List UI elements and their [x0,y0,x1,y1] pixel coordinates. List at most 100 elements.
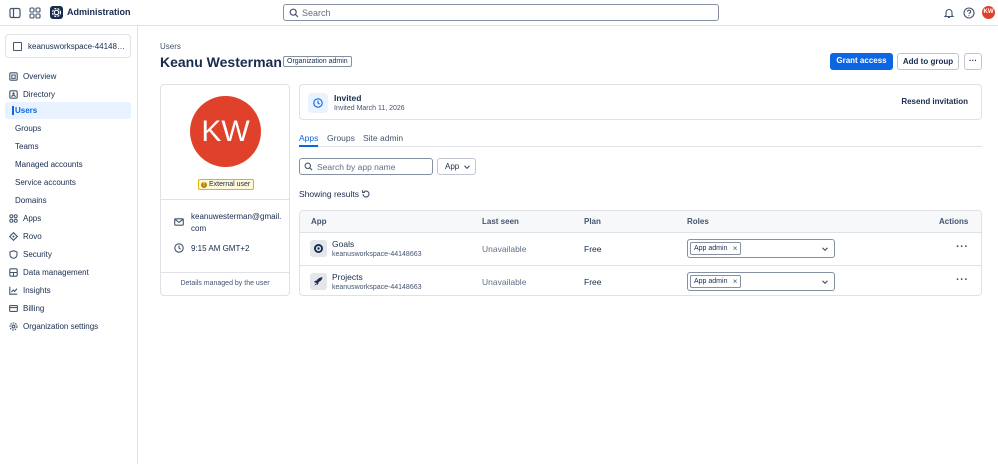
sidebar-item-label: Organization settings [23,322,99,331]
admin-logo-icon[interactable] [50,6,63,19]
apps-table: App Last seen Plan Roles Actions Goals k… [299,210,982,296]
divider [161,272,289,273]
global-search-input[interactable]: Search [283,4,719,21]
app-search-input[interactable]: Search by app name [299,158,433,175]
invitation-status-panel: Invited Invited March 11, 2026 Resend in… [299,84,982,120]
rovo-icon [9,232,18,241]
chevron-down-icon [822,280,828,285]
sidebar-item-label: Groups [15,124,42,133]
invite-status-icon [308,93,328,113]
sidebar-item-insights[interactable]: Insights [5,282,131,299]
sidebar-item-managed-accounts[interactable]: Managed accounts [5,156,131,173]
app-filter-dropdown[interactable]: App [437,158,476,175]
managed-by-note: Details managed by the user [180,280,270,287]
add-to-group-button[interactable]: Add to group [897,53,959,70]
row-actions-button[interactable]: ··· [956,242,969,253]
tab-site-admin[interactable]: Site admin [363,133,403,147]
shield-icon [9,250,18,259]
sidebar-item-label: Security [23,250,52,259]
search-placeholder: Search [302,8,331,18]
top-bar: Administration Search KW [0,0,998,26]
invite-status-date: Invited March 11, 2026 [334,105,405,112]
card-icon [9,305,18,312]
tab-groups[interactable]: Groups [327,133,355,147]
row-actions-button[interactable]: ··· [956,275,969,286]
help-icon[interactable] [963,7,975,19]
last-seen-cell: Unavailable [482,277,527,287]
sidebar-item-organization-settings[interactable]: Organization settings [5,318,131,335]
column-header-actions: Actions [939,217,969,226]
search-icon [289,8,299,18]
role-chip-label: App admin [694,245,728,252]
table-header: App Last seen Plan Roles Actions [300,211,981,233]
app-name[interactable]: Projects [332,272,363,282]
chart-icon [9,286,18,295]
role-chip-label: App admin [694,278,728,285]
more-actions-button[interactable]: ··· [964,53,982,70]
role-chip: App admin × [690,242,742,255]
breadcrumb[interactable]: Users [160,42,181,51]
sidebar-item-label: Teams [15,142,39,151]
sidebar-item-security[interactable]: Security [5,246,131,263]
home-icon [9,72,18,81]
sidebar-item-teams[interactable]: Teams [5,138,131,155]
page-title: Keanu Westerman [160,54,282,70]
table-row: Goals keanusworkspace-44148663 Unavailab… [300,233,981,265]
app-name[interactable]: Goals [332,239,354,249]
badge-label: External user [209,181,251,188]
sidebar-item-billing[interactable]: Billing [5,300,131,317]
building-icon [13,42,22,51]
apps-icon [9,214,18,223]
sidebar-item-overview[interactable]: Overview [5,68,131,85]
clock-icon [174,243,184,253]
email-icon [174,218,184,226]
active-indicator [12,106,14,115]
remove-role-icon[interactable]: × [733,276,738,287]
sidebar-item-label: Domains [15,196,47,205]
role-chip: App admin × [690,275,742,288]
user-email: keanuwesterman@gmail.com [191,212,282,233]
sidebar-item-label: Managed accounts [15,160,83,169]
profile-card: KW ! External user keanuwesterman@gmail.… [160,84,290,296]
sidebar-item-directory[interactable]: Directory [5,86,131,103]
sidebar-item-label: Apps [23,214,42,223]
sidebar-item-data-management[interactable]: Data management [5,264,131,281]
sidebar-item-apps[interactable]: Apps [5,210,131,227]
column-header-roles: Roles [687,217,709,226]
resend-invitation-button[interactable]: Resend invitation [901,97,968,106]
clock-icon [313,98,323,108]
sidebar-item-users[interactable]: Users [5,102,131,119]
tab-apps[interactable]: Apps [299,133,319,147]
refresh-icon[interactable] [361,189,371,199]
role-tag: Organization admin [283,56,352,67]
app-workspace: keanusworkspace-44148663 [332,251,422,258]
column-header-last-seen: Last seen [482,217,519,226]
workspace-switcher[interactable]: keanusworkspace-44148663 [5,34,131,58]
external-user-badge: ! External user [198,179,255,190]
profile-avatar[interactable]: KW [982,6,995,19]
sidebar-item-label: Rovo [23,232,42,241]
sidebar-item-groups[interactable]: Groups [5,120,131,137]
sidebar-item-label: Users [15,106,38,115]
app-search-placeholder: Search by app name [317,162,396,172]
app-switcher-icon[interactable] [29,7,41,19]
grant-access-button[interactable]: Grant access [830,53,893,70]
roles-select[interactable]: App admin × [687,272,835,291]
warning-icon: ! [201,182,207,188]
sidebar-item-service-accounts[interactable]: Service accounts [5,174,131,191]
notifications-bell-icon[interactable] [943,7,955,19]
showing-results-label: Showing results [299,189,360,199]
invite-status-title: Invited [334,93,362,103]
plan-cell: Free [584,244,602,254]
chevron-down-icon [822,247,828,252]
rocket-icon [310,273,327,290]
app-title[interactable]: Administration [67,7,131,17]
sidebar-item-rovo[interactable]: Rovo [5,228,131,245]
table-row: Projects keanusworkspace-44148663 Unavai… [300,265,981,297]
remove-role-icon[interactable]: × [733,243,738,254]
roles-select[interactable]: App admin × [687,239,835,258]
sidebar-item-domains[interactable]: Domains [5,192,131,209]
sidebar-toggle-icon[interactable] [9,7,21,19]
column-header-plan: Plan [584,217,601,226]
chevron-down-icon [464,165,470,170]
